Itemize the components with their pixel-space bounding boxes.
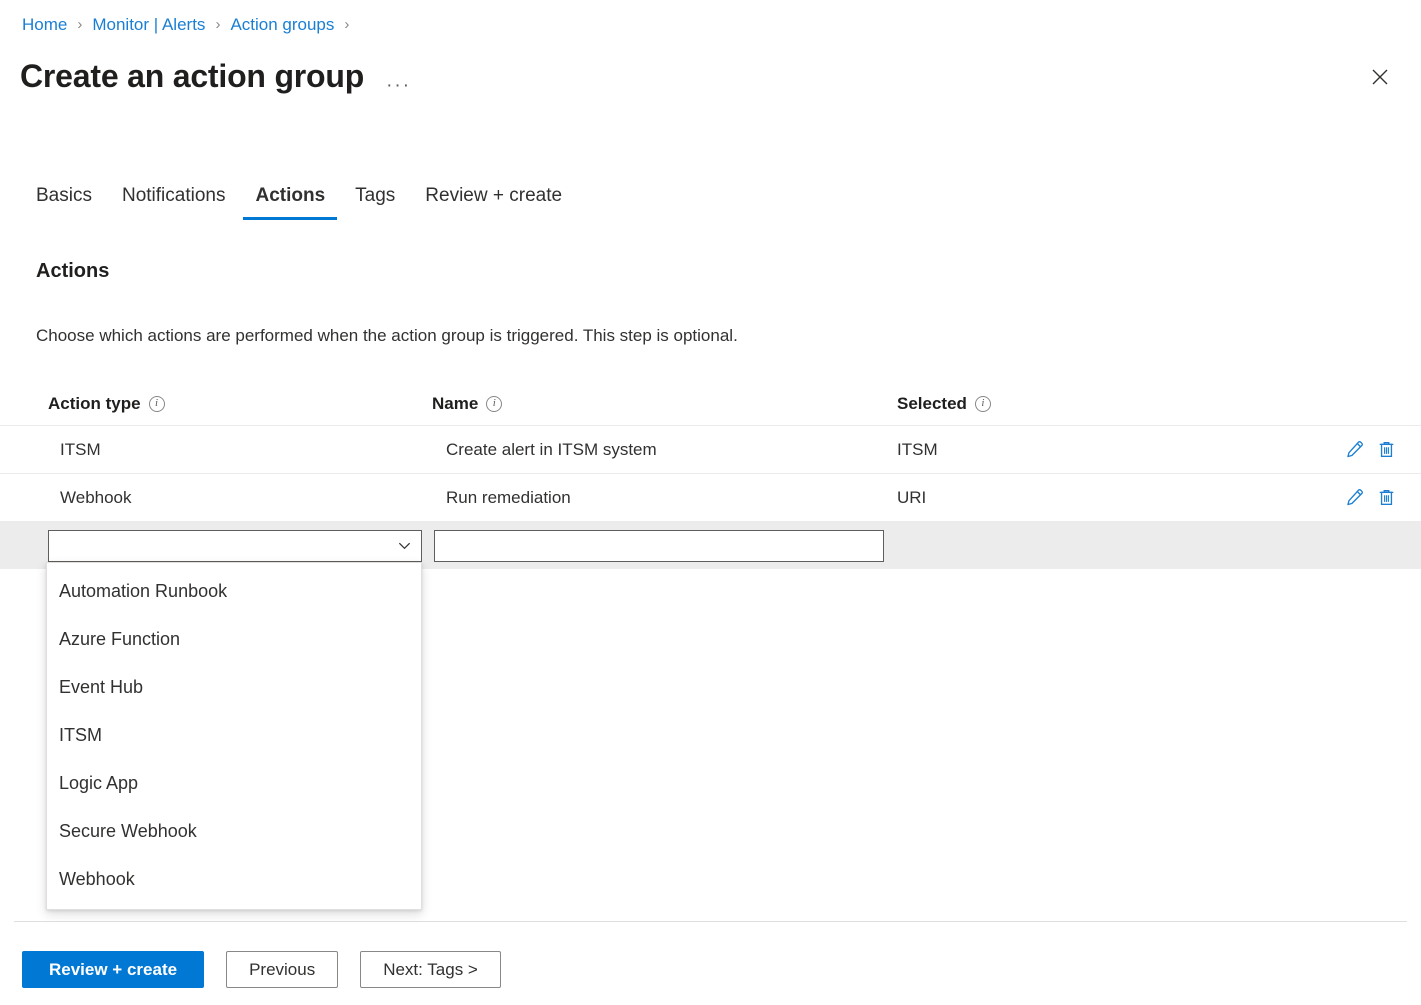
trash-icon [1377,488,1396,507]
dropdown-option-logic-app[interactable]: Logic App [47,759,421,807]
table-header-row: Action type i Name i Selected i [0,382,1421,425]
row-actions [1343,439,1413,461]
footer-divider [14,921,1407,922]
dropdown-option-azure-function[interactable]: Azure Function [47,615,421,663]
next-tags-button[interactable]: Next: Tags > [360,951,501,988]
tab-actions[interactable]: Actions [243,184,337,220]
column-header-action-type: Action type i [48,394,432,414]
wizard-footer: Review + create Previous Next: Tags > [22,951,501,988]
cell-selected: ITSM [897,440,1317,460]
section-heading: Actions [36,260,109,283]
dropdown-option-automation-runbook[interactable]: Automation Runbook [47,567,421,615]
dropdown-option-webhook[interactable]: Webhook [47,855,421,903]
tab-basics[interactable]: Basics [24,184,104,220]
more-options-button[interactable]: ··· [386,71,411,93]
breadcrumb-item-action-groups[interactable]: Action groups [230,14,334,36]
actions-table: Action type i Name i Selected i ITSM Cre… [0,382,1421,569]
column-header-name: Name i [432,394,897,414]
tab-review-create[interactable]: Review + create [413,184,574,220]
close-icon [1371,68,1389,86]
review-create-button[interactable]: Review + create [22,951,204,988]
title-row: Create an action group ··· [20,55,1401,97]
cell-selected: URI [897,488,1317,508]
info-icon[interactable]: i [149,396,165,412]
row-actions [1343,487,1413,509]
tab-label: Basics [36,185,92,206]
close-button[interactable] [1363,60,1397,94]
breadcrumb-separator-icon: › [77,14,82,36]
section-description: Choose which actions are performed when … [36,324,738,348]
cell-name: Run remediation [432,488,897,508]
pencil-icon [1345,440,1364,459]
tab-label: Review + create [425,185,562,206]
action-type-select[interactable] [48,530,422,562]
delete-row-button[interactable] [1375,487,1397,509]
dropdown-option-event-hub[interactable]: Event Hub [47,663,421,711]
action-type-select-wrap [48,530,422,562]
page-title: Create an action group [20,55,364,97]
cell-action-type: Webhook [48,488,432,508]
tab-label: Notifications [122,185,226,206]
column-header-label: Action type [48,394,141,414]
column-header-label: Name [432,394,478,414]
info-icon[interactable]: i [486,396,502,412]
breadcrumb-item-home[interactable]: Home [22,14,67,36]
breadcrumb-separator-icon: › [344,14,349,36]
table-row: ITSM Create alert in ITSM system ITSM [0,425,1421,473]
column-header-label: Selected [897,394,967,414]
cell-action-type: ITSM [48,440,432,460]
previous-button[interactable]: Previous [226,951,338,988]
info-icon[interactable]: i [975,396,991,412]
column-header-selected: Selected i [897,394,1317,414]
action-type-dropdown-panel: Automation Runbook Azure Function Event … [46,562,422,910]
breadcrumb-separator-icon: › [215,14,220,36]
edit-row-button[interactable] [1343,439,1365,461]
dropdown-option-secure-webhook[interactable]: Secure Webhook [47,807,421,855]
table-row: Webhook Run remediation URI [0,473,1421,521]
dropdown-option-itsm[interactable]: ITSM [47,711,421,759]
breadcrumb: Home › Monitor | Alerts › Action groups … [22,14,359,36]
tab-notifications[interactable]: Notifications [110,184,238,220]
action-name-input[interactable] [434,530,884,562]
tab-label: Actions [255,185,325,206]
pencil-icon [1345,488,1364,507]
wizard-tabs: Basics Notifications Actions Tags Review… [34,178,580,220]
breadcrumb-item-monitor-alerts[interactable]: Monitor | Alerts [92,14,205,36]
delete-row-button[interactable] [1375,439,1397,461]
tab-tags[interactable]: Tags [343,184,407,220]
trash-icon [1377,440,1396,459]
edit-row-button[interactable] [1343,487,1365,509]
cell-name: Create alert in ITSM system [432,440,897,460]
tab-label: Tags [355,185,395,206]
